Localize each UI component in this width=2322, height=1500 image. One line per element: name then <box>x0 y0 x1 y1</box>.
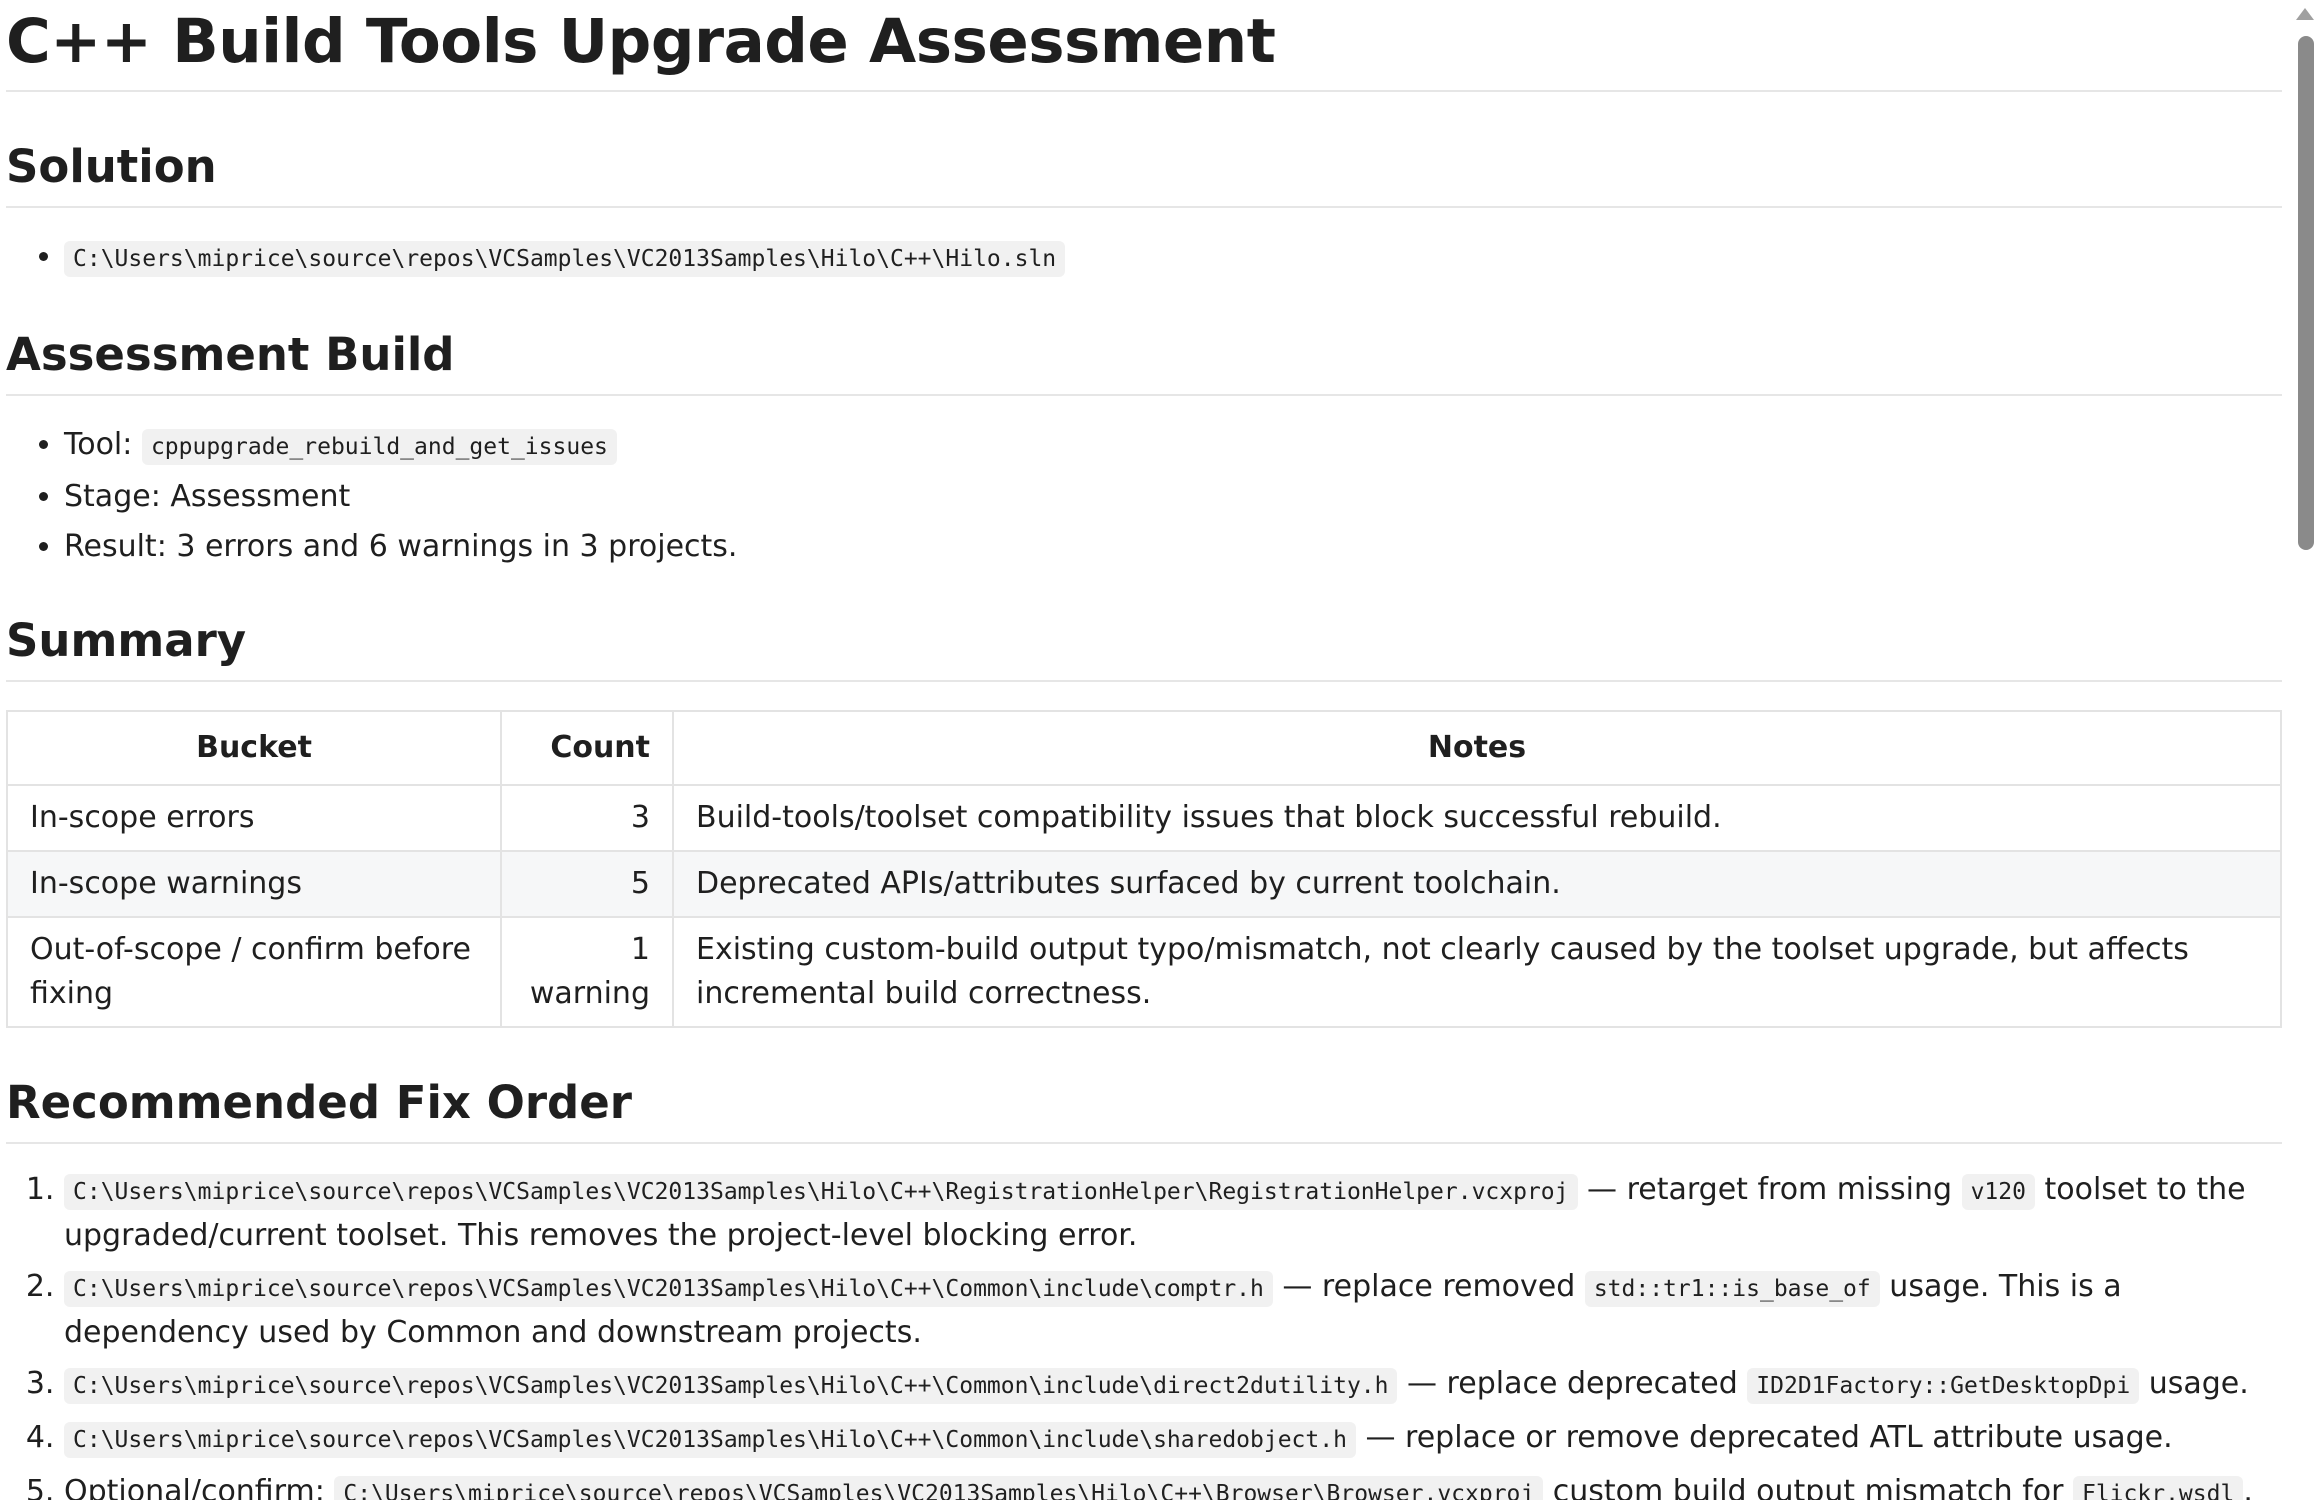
item-text: — retarget from missing <box>1577 1172 1962 1207</box>
cell-notes: Existing custom-build output typo/mismat… <box>672 916 2282 1028</box>
item-text: — replace or remove deprecated ATL attri… <box>1355 1420 2173 1455</box>
list-item: Optional/confirm: C:\Users\miprice\sourc… <box>64 1470 2282 1500</box>
item-text: — replace deprecated <box>1397 1366 1748 1401</box>
item-text: custom build output mismatch for <box>1543 1474 2073 1500</box>
file-path: C:\Users\miprice\source\repos\VCSamples\… <box>334 1476 1544 1500</box>
document-page: C++ Build Tools Upgrade Assessment Solut… <box>6 0 2282 1500</box>
cell-notes: Deprecated APIs/attributes surfaced by c… <box>672 850 2282 918</box>
list-item: C:\Users\miprice\source\repos\VCSamples\… <box>64 232 2282 284</box>
list-item: Tool: cppupgrade_rebuild_and_get_issues <box>64 420 2282 472</box>
solution-heading: Solution <box>6 136 2282 208</box>
cell-bucket: In-scope warnings <box>6 850 502 918</box>
page-title: C++ Build Tools Upgrade Assessment <box>6 0 2282 92</box>
file-path: C:\Users\miprice\source\repos\VCSamples\… <box>64 1174 1578 1210</box>
result-text: Result: 3 errors and 6 warnings in 3 pro… <box>64 529 738 564</box>
inline-code: ID2D1Factory::GetDesktopDpi <box>1747 1368 2140 1404</box>
stage-text: Stage: Assessment <box>64 479 351 514</box>
item-text: . <box>2243 1474 2253 1500</box>
cell-count: 3 <box>500 784 674 852</box>
summary-table: Bucket Count Notes In-scope errors 3 Bui… <box>6 710 2282 1028</box>
tool-label: Tool: <box>64 427 133 462</box>
file-path: C:\Users\miprice\source\repos\VCSamples\… <box>64 1422 1356 1458</box>
scroll-up-arrow-icon[interactable] <box>2296 8 2314 20</box>
file-path: C:\Users\miprice\source\repos\VCSamples\… <box>64 1368 1398 1404</box>
tool-name: cppupgrade_rebuild_and_get_issues <box>141 429 617 465</box>
cell-count: 1 warning <box>500 916 674 1028</box>
assessment-build-list: Tool: cppupgrade_rebuild_and_get_issues … <box>6 420 2282 572</box>
item-text: usage. <box>2139 1366 2249 1401</box>
solution-path: C:\Users\miprice\source\repos\VCSamples\… <box>64 241 1066 277</box>
item-prefix: Optional/confirm: <box>64 1474 335 1500</box>
list-item: C:\Users\miprice\source\repos\VCSamples\… <box>64 1416 2282 1462</box>
inline-code: std::tr1::is_base_of <box>1584 1271 1880 1307</box>
inline-code: Flickr.wsdl <box>2072 1476 2244 1500</box>
file-path: C:\Users\miprice\source\repos\VCSamples\… <box>64 1271 1273 1307</box>
cell-count: 5 <box>500 850 674 918</box>
inline-code: v120 <box>1961 1174 2035 1210</box>
solution-list: C:\Users\miprice\source\repos\VCSamples\… <box>6 232 2282 284</box>
scrollbar-thumb[interactable] <box>2298 36 2314 550</box>
table-header-row: Bucket Count Notes <box>6 710 2282 786</box>
column-header-count: Count <box>500 710 674 786</box>
cell-notes: Build-tools/toolset compatibility issues… <box>672 784 2282 852</box>
table-row: In-scope warnings 5 Deprecated APIs/attr… <box>6 850 2282 918</box>
list-item: C:\Users\miprice\source\repos\VCSamples\… <box>64 1265 2282 1354</box>
summary-heading: Summary <box>6 610 2282 682</box>
list-item: C:\Users\miprice\source\repos\VCSamples\… <box>64 1362 2282 1408</box>
table-row: Out-of-scope / confirm before fixing 1 w… <box>6 916 2282 1028</box>
table-row: In-scope errors 3 Build-tools/toolset co… <box>6 784 2282 852</box>
vertical-scrollbar[interactable] <box>2288 0 2322 1500</box>
column-header-notes: Notes <box>672 710 2282 786</box>
fix-order-list: C:\Users\miprice\source\repos\VCSamples\… <box>6 1168 2282 1500</box>
list-item: Stage: Assessment <box>64 472 2282 522</box>
cell-bucket: In-scope errors <box>6 784 502 852</box>
fix-order-heading: Recommended Fix Order <box>6 1072 2282 1144</box>
column-header-bucket: Bucket <box>6 710 502 786</box>
cell-bucket: Out-of-scope / confirm before fixing <box>6 916 502 1028</box>
assessment-build-heading: Assessment Build <box>6 324 2282 396</box>
list-item: C:\Users\miprice\source\repos\VCSamples\… <box>64 1168 2282 1257</box>
list-item: Result: 3 errors and 6 warnings in 3 pro… <box>64 522 2282 572</box>
item-text: — replace removed <box>1272 1269 1585 1304</box>
